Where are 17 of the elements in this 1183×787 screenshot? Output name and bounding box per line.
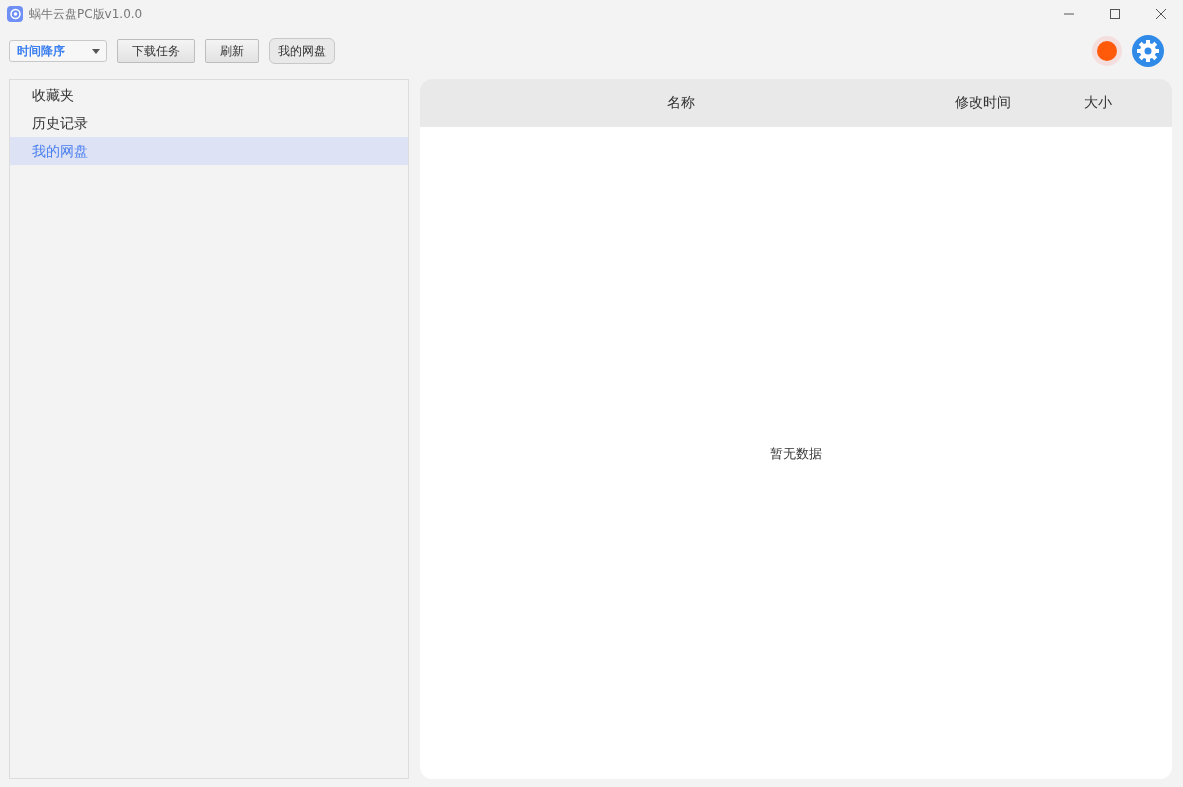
settings-icon[interactable]	[1132, 35, 1164, 67]
caret-icon	[92, 48, 100, 54]
sort-dropdown[interactable]: 时间降序	[9, 40, 107, 62]
sidebar-item[interactable]: 收藏夹	[10, 81, 408, 109]
close-icon[interactable]	[1155, 8, 1167, 20]
maximize-icon[interactable]	[1109, 8, 1121, 20]
breadcrumb-item[interactable]: 我的网盘	[269, 38, 335, 64]
empty-message: 暂无数据	[770, 445, 822, 463]
toolbar-button[interactable]: 下载任务	[117, 39, 195, 63]
column-header[interactable]: 大小	[1084, 94, 1112, 112]
status-dot-icon	[1092, 36, 1122, 66]
toolbar-button[interactable]: 刷新	[205, 39, 259, 63]
column-header[interactable]: 名称	[667, 94, 695, 112]
sidebar-item[interactable]: 历史记录	[10, 109, 408, 137]
window-title: 蜗牛云盘PC版v1.0.0	[29, 5, 143, 23]
column-header[interactable]: 修改时间	[955, 94, 1011, 112]
app-logo-icon	[7, 6, 23, 22]
